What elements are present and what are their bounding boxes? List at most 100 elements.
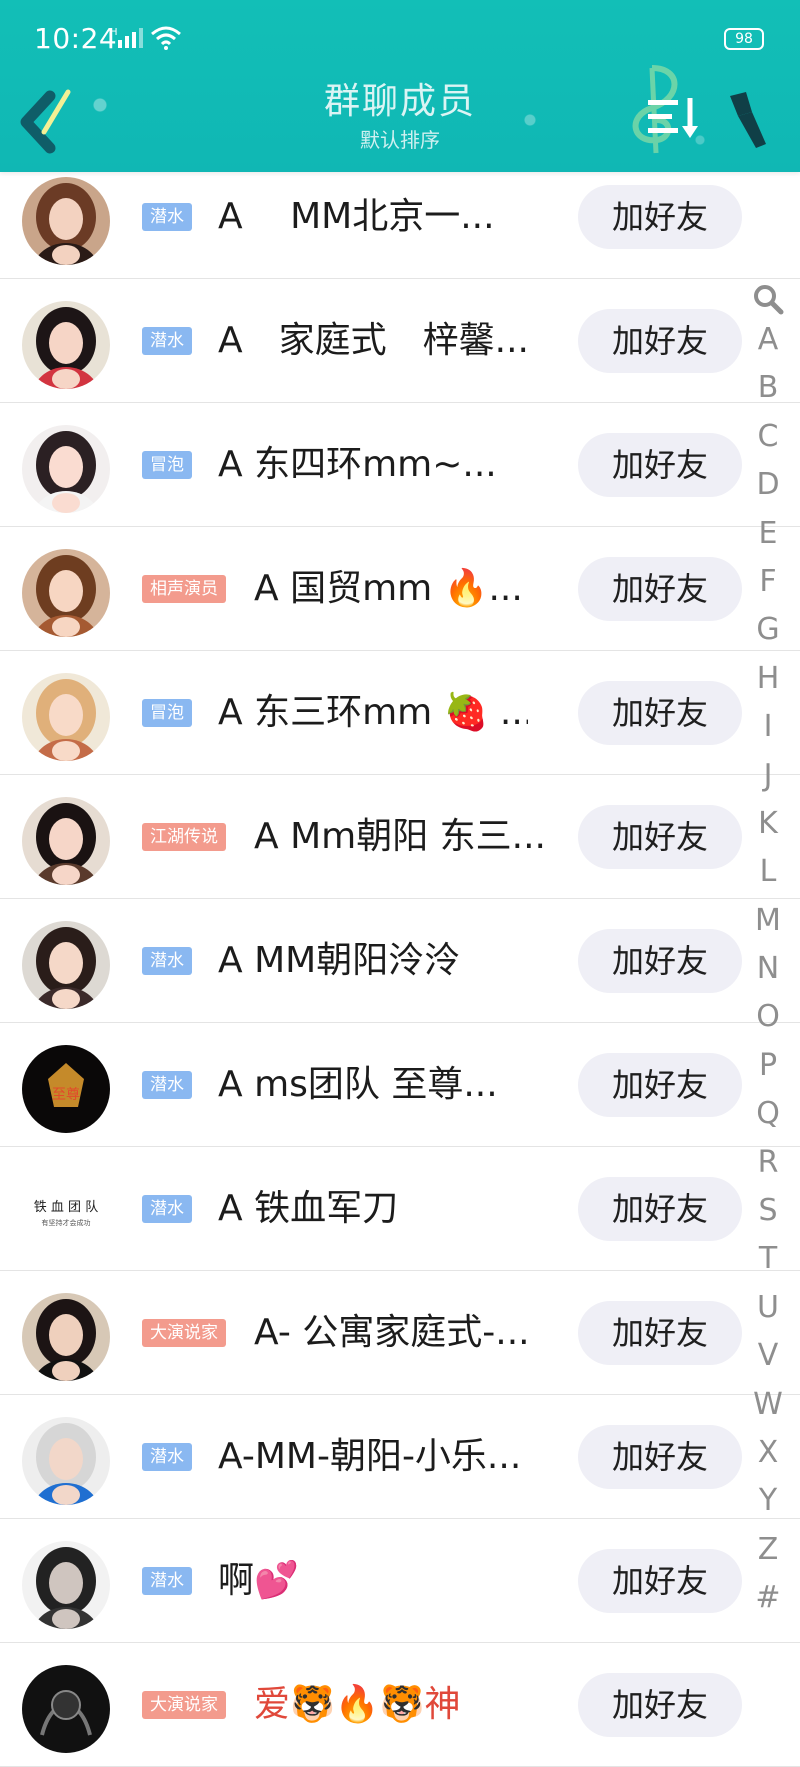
- member-avatar[interactable]: [22, 1293, 110, 1381]
- index-letter[interactable]: X: [748, 1429, 788, 1477]
- member-avatar[interactable]: [22, 549, 110, 637]
- member-level-badge: 潜水: [142, 1071, 192, 1099]
- add-friend-button[interactable]: 加好友: [578, 1053, 742, 1117]
- member-row[interactable]: 潜水 A-MM-朝阳-小乐... 加好友: [0, 1395, 800, 1519]
- member-avatar[interactable]: [22, 673, 110, 761]
- signal-icon: H: [110, 27, 143, 48]
- member-name: A MM北京一...: [218, 196, 495, 237]
- svg-text:至尊: 至尊: [52, 1086, 80, 1103]
- member-avatar[interactable]: [22, 1665, 110, 1753]
- member-level-badge: 潜水: [142, 1443, 192, 1471]
- member-name: A 铁血军刀: [218, 1188, 399, 1229]
- index-letter[interactable]: F: [748, 558, 788, 606]
- add-friend-button[interactable]: 加好友: [578, 1177, 742, 1241]
- member-row[interactable]: 潜水 A 家庭式 梓馨... 加好友: [0, 279, 800, 403]
- member-row[interactable]: 相声演员 A 国贸mm 🔥... 加好友: [0, 527, 800, 651]
- index-letter[interactable]: M: [748, 897, 788, 945]
- member-name: A 国贸mm 🔥...: [254, 568, 523, 609]
- add-friend-button[interactable]: 加好友: [578, 805, 742, 869]
- index-letter[interactable]: T: [748, 1235, 788, 1283]
- sort-icon[interactable]: [646, 96, 702, 140]
- index-letter[interactable]: V: [748, 1332, 788, 1380]
- index-letter[interactable]: B: [748, 364, 788, 412]
- member-level-badge: 冒泡: [142, 699, 192, 727]
- add-friend-button[interactable]: 加好友: [578, 1425, 742, 1489]
- add-friend-button[interactable]: 加好友: [578, 929, 742, 993]
- member-row[interactable]: 潜水 A MM北京一... 加好友: [0, 155, 800, 279]
- add-friend-button[interactable]: 加好友: [578, 1549, 742, 1613]
- index-letter[interactable]: Y: [748, 1477, 788, 1525]
- member-avatar[interactable]: [22, 1417, 110, 1505]
- index-letter[interactable]: W: [748, 1381, 788, 1429]
- member-name: A 家庭式 梓馨...: [218, 320, 528, 361]
- member-avatar[interactable]: 铁 血 团 队有坚持才会成功: [22, 1169, 110, 1257]
- member-row[interactable]: 至尊 潜水 A ms团队 至尊... 加好友: [0, 1023, 800, 1147]
- index-letter[interactable]: Q: [748, 1090, 788, 1138]
- member-level-badge: 潜水: [142, 947, 192, 975]
- member-avatar[interactable]: [22, 425, 110, 513]
- member-row[interactable]: 大演说家 爱🐯🔥🐯神 加好友: [0, 1643, 800, 1767]
- svg-text:有坚持才会成功: 有坚持才会成功: [42, 1218, 91, 1227]
- index-letter[interactable]: D: [748, 461, 788, 509]
- member-avatar[interactable]: [22, 1541, 110, 1629]
- status-time: 10:24: [34, 22, 118, 55]
- index-letter[interactable]: A: [748, 316, 788, 364]
- add-friend-button[interactable]: 加好友: [578, 433, 742, 497]
- member-list[interactable]: 潜水 A MM北京一... 加好友 潜水 A 家庭式 梓馨... 加好友 冒泡 A 东四环mm…: [0, 155, 800, 1767]
- member-avatar[interactable]: [22, 301, 110, 389]
- member-level-badge: 潜水: [142, 1195, 192, 1223]
- member-row[interactable]: 大演说家 A- 公寓家庭式-... 加好友: [0, 1271, 800, 1395]
- add-friend-button[interactable]: 加好友: [578, 1673, 742, 1737]
- index-letter[interactable]: H: [748, 655, 788, 703]
- member-row[interactable]: 冒泡 A 东四环mm~... 加好友: [0, 403, 800, 527]
- index-letter[interactable]: P: [748, 1042, 788, 1090]
- member-row[interactable]: 铁 血 团 队有坚持才会成功 潜水 A 铁血军刀 加好友: [0, 1147, 800, 1271]
- add-friend-button[interactable]: 加好友: [578, 681, 742, 745]
- member-row[interactable]: 潜水 啊💕 加好友: [0, 1519, 800, 1643]
- search-icon[interactable]: [751, 282, 785, 316]
- member-name: A Mm朝阳 东三...: [254, 816, 546, 857]
- member-name: A-MM-朝阳-小乐...: [218, 1436, 522, 1477]
- member-row[interactable]: 潜水 A MM朝阳泠泠 加好友: [0, 899, 800, 1023]
- member-avatar[interactable]: [22, 797, 110, 885]
- member-row[interactable]: 冒泡 A 东三环mm 🍓 ... 加好友: [0, 651, 800, 775]
- index-letter[interactable]: R: [748, 1139, 788, 1187]
- index-letter[interactable]: K: [748, 800, 788, 848]
- battery-level: 98: [735, 31, 753, 47]
- member-name: 爱🐯🔥🐯神: [254, 1684, 461, 1725]
- add-friend-button[interactable]: 加好友: [578, 309, 742, 373]
- index-letter[interactable]: S: [748, 1187, 788, 1235]
- index-letter[interactable]: E: [748, 510, 788, 558]
- member-name: A- 公寓家庭式-...: [254, 1312, 530, 1353]
- member-level-badge: 冒泡: [142, 451, 192, 479]
- member-row[interactable]: 江湖传说 A Mm朝阳 东三... 加好友: [0, 775, 800, 899]
- index-letter[interactable]: J: [748, 752, 788, 800]
- add-friend-button[interactable]: 加好友: [578, 1301, 742, 1365]
- index-letter[interactable]: #: [748, 1574, 788, 1622]
- index-letter[interactable]: U: [748, 1284, 788, 1332]
- member-level-badge: 潜水: [142, 327, 192, 355]
- member-avatar[interactable]: 至尊: [22, 1045, 110, 1133]
- member-avatar[interactable]: [22, 921, 110, 1009]
- member-name: A ms团队 至尊...: [218, 1064, 498, 1105]
- svg-text:H: H: [110, 27, 118, 38]
- index-letter[interactable]: Z: [748, 1526, 788, 1574]
- index-letter[interactable]: I: [748, 703, 788, 751]
- add-friend-button[interactable]: 加好友: [578, 185, 742, 249]
- member-level-badge: 大演说家: [142, 1319, 226, 1347]
- broom-icon[interactable]: [724, 88, 770, 150]
- add-friend-button[interactable]: 加好友: [578, 557, 742, 621]
- alphabet-index-bar[interactable]: A B C D E F G H I J K L M N O P Q R S T U V W X Y Z #: [748, 282, 788, 1623]
- member-name: A 东四环mm~...: [218, 444, 497, 485]
- member-level-badge: 潜水: [142, 203, 192, 231]
- index-letter[interactable]: G: [748, 606, 788, 654]
- member-level-badge: 大演说家: [142, 1691, 226, 1719]
- index-letter[interactable]: L: [748, 848, 788, 896]
- index-letter[interactable]: O: [748, 993, 788, 1041]
- header-bar: 10:24 H 98 群聊成员 默认排序: [0, 0, 800, 172]
- member-name: A MM朝阳泠泠: [218, 940, 461, 981]
- index-letter[interactable]: N: [748, 945, 788, 993]
- member-avatar[interactable]: [22, 177, 110, 265]
- wifi-icon: [151, 26, 181, 50]
- index-letter[interactable]: C: [748, 413, 788, 461]
